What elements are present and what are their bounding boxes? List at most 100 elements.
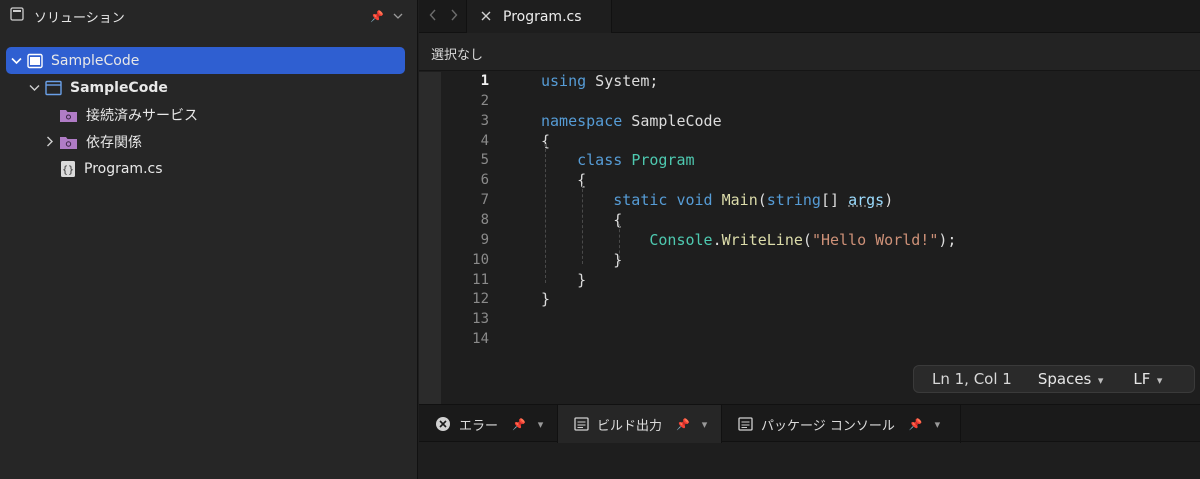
line-ending-selector[interactable]: LF ▾ [1133,370,1162,388]
tab-label: エラー [459,418,499,434]
tab-build-output[interactable]: ビルド出力 📌 ▾ [558,405,722,443]
chevron-down-icon: ▾ [1153,374,1163,387]
chevron-down-icon[interactable]: ▾ [935,418,941,431]
code-token: { [541,171,587,190]
line-number: 11 [472,271,489,288]
code-token: ); [938,230,957,249]
solution-panel-icon [10,7,24,25]
line-number: 9 [480,231,489,248]
code-token: } [541,290,551,309]
tree-item-label: SampleCode [51,52,140,69]
code-line[interactable]: static void Main(string[] args) [541,191,893,209]
bottom-panel-tabs: エラー 📌 ▾ ビルド出力 📌 ▾ パッケージ コンソール 📌 ▾ [419,404,1200,443]
solution-explorer-title: ソリューション [34,10,125,26]
project-icon [45,80,62,96]
line-number: 13 [472,311,489,328]
code-token: class [577,151,623,170]
pin-icon[interactable]: 📌 [909,418,923,431]
tree-item-label: 依存関係 [86,134,142,151]
chevron-down-icon[interactable]: ▾ [702,418,708,431]
bottom-panel-content [419,443,1200,479]
package-console-icon [738,417,753,431]
chevron-down-icon[interactable]: ▾ [538,418,544,431]
chevron-down-icon: ▾ [1094,374,1104,387]
close-icon[interactable] [481,9,491,25]
line-number: 10 [472,251,489,268]
tab-label: Program.cs [503,8,582,25]
pin-icon[interactable]: 📌 [512,418,526,431]
tree-item-label: 接続済みサービス [86,107,198,124]
solution-explorer: ソリューション 📌 SampleCode SampleCode 接続済みサービス… [0,0,418,479]
line-ending-label: LF [1133,370,1151,388]
code-token: void [676,191,713,210]
chevron-down-icon[interactable] [10,57,22,65]
indentation-selector[interactable]: Spaces ▾ [1038,370,1104,388]
cursor-position[interactable]: Ln 1, Col 1 [932,370,1012,388]
solution-icon [27,53,43,69]
connected-services-folder-icon [59,107,78,123]
code-line[interactable]: } [541,271,586,289]
code-line[interactable]: class Program [541,151,695,170]
breadcrumb[interactable]: 選択なし [419,33,1200,71]
tree-item-label: SampleCode [70,79,168,96]
code-line[interactable]: } [541,290,550,308]
tab-label: ビルド出力 [597,418,663,434]
line-number: 3 [480,112,489,129]
tab-errors[interactable]: エラー 📌 ▾ [419,405,558,443]
chevron-left-icon[interactable] [429,9,437,25]
chevron-right-icon[interactable] [450,9,458,25]
code-token: } [541,270,587,289]
indent-guide [545,144,546,283]
line-number: 7 [480,192,489,209]
chevron-down-icon[interactable] [28,84,40,92]
code-token: namespace [541,111,623,130]
code-token: args [848,191,885,210]
editor-tab-bar: Program.cs [419,0,1200,33]
pin-icon[interactable]: 📌 [676,418,690,431]
pin-icon[interactable]: 📌 [369,10,385,23]
code-line[interactable]: using System; [541,72,658,90]
tree-item-label: Program.cs [84,160,163,177]
code-line[interactable]: namespace SampleCode [541,112,722,130]
indent-guide [582,184,583,264]
code-token: using [541,72,587,90]
chevron-down-icon[interactable] [393,9,407,24]
csharp-file-icon: {} [60,160,76,178]
line-number: 4 [480,132,489,149]
code-token: Program [631,151,695,170]
line-number: 8 [480,211,489,228]
code-editor[interactable]: 1 2 3 4 5 6 7 8 9 10 11 12 13 14 using System; namespa… [419,72,1200,404]
tree-item-solution[interactable]: SampleCode [6,47,405,74]
svg-text:{}: {} [62,165,74,176]
tree-item-program-cs[interactable]: {} Program.cs [0,155,417,182]
tree-item-project[interactable]: SampleCode [0,74,417,101]
code-token: WriteLine [721,230,803,249]
code-token: System; [586,72,659,90]
line-number: 12 [472,291,489,308]
code-token: [] [820,191,849,210]
line-number: 1 [480,73,489,89]
solution-explorer-header: ソリューション 📌 [0,0,417,32]
code-line[interactable]: { [541,171,586,189]
tab-program-cs[interactable]: Program.cs [466,0,612,33]
error-circle-icon [435,416,451,432]
tab-package-console[interactable]: パッケージ コンソール 📌 ▾ [722,405,961,443]
breadcrumb-text: 選択なし [431,48,484,63]
code-token: "Hello World!" [811,230,939,249]
code-token: Console [649,230,713,249]
code-token: ( [757,191,767,210]
code-token: . [712,230,722,249]
chevron-right-icon[interactable] [44,136,56,147]
output-panel-icon [574,417,589,431]
indent-guide [619,224,620,264]
code-line[interactable]: Console.WriteLine("Hello World!"); [541,231,956,249]
tree-item-connected-services[interactable]: 接続済みサービス [0,101,417,128]
tree-item-dependencies[interactable]: 依存関係 [0,128,417,155]
line-number: 2 [480,92,489,109]
dependencies-folder-icon [59,134,78,150]
